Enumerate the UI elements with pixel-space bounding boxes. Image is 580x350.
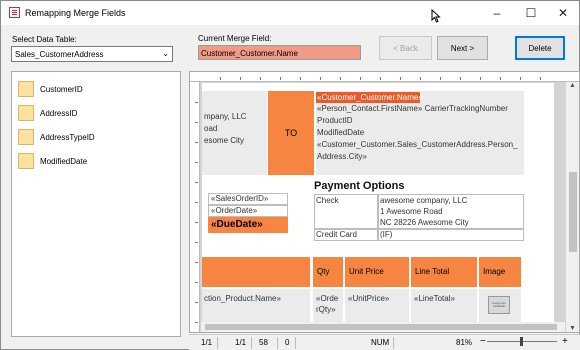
status-numlock: NUM (371, 338, 390, 347)
unit-price-cell: «UnitPrice» (345, 289, 409, 325)
field-icon (18, 105, 34, 121)
column-header: Line Total (415, 267, 450, 276)
status-separator (393, 337, 394, 349)
title-bar: Remapping Merge Fields – ☐ ✕ (1, 1, 579, 25)
payment-detail-cell (378, 229, 524, 241)
payment-detail-line: NC 28226 Awesome City (380, 218, 469, 227)
order-field: «OrderDate» (211, 206, 258, 215)
current-merge-field-value: Customer_Customer.Name (201, 49, 298, 58)
to-address-line: «Customer_Customer.Sales_CustomerAddress… (317, 140, 518, 149)
minimize-icon: – (493, 6, 501, 20)
current-merge-field-label: Current Merge Field: (198, 34, 272, 43)
payment-detail-line: awesome company, LLC (380, 196, 468, 205)
zoom-level: 81% (456, 338, 473, 347)
field-list[interactable]: CustomerID AddressID AddressTypeID Modif… (11, 71, 181, 337)
delete-button[interactable]: Delete (515, 36, 565, 60)
image-placeholder-icon: Image Not Available (488, 296, 510, 314)
status-separator (295, 337, 296, 349)
maximize-icon: ☐ (525, 6, 537, 20)
horizontal-scrollbar[interactable] (201, 322, 565, 332)
scroll-up-icon[interactable]: ▲ (569, 82, 576, 89)
field-item-label: ModifiedDate (40, 156, 88, 166)
main-window: Remapping Merge Fields – ☐ ✕ Select Data… (0, 0, 580, 350)
select-table-label: Select Data Table: (12, 35, 77, 44)
current-merge-field-input[interactable]: Customer_Customer.Name (198, 45, 361, 60)
due-date-field: «DueDate» (208, 217, 288, 233)
field-item-modifieddate[interactable]: ModifiedDate (18, 152, 87, 170)
zoom-slider-thumb[interactable] (520, 337, 523, 346)
unit-price-field: «UnitPrice» (348, 294, 390, 303)
column-header: Qty (317, 267, 330, 276)
field-item-label: AddressTypeID (40, 132, 95, 142)
qty-field: «Orde (316, 294, 339, 303)
field-item-addressid[interactable]: AddressID (18, 104, 77, 122)
field-item-addresstypeid[interactable]: AddressTypeID (18, 128, 95, 146)
line-total-cell: «LineTotal» (411, 289, 477, 325)
minimize-button[interactable]: – (481, 1, 513, 25)
unit-price-header: Unit Price (345, 257, 409, 287)
qty-cell: «Orde rQty» (313, 289, 343, 325)
field-icon (18, 81, 34, 97)
status-column: 0 (285, 338, 290, 347)
column-header: Image (483, 267, 506, 276)
data-table-select[interactable]: Sales_CustomerAddress ⌄ (11, 46, 173, 62)
document-editor[interactable]: mpany, LLC oad esome City TO «Customer_C… (189, 71, 580, 333)
field-icon (18, 153, 34, 169)
line-total-header: Line Total (411, 257, 477, 287)
to-address-line: Address.City» (317, 152, 367, 161)
horizontal-ruler (190, 72, 579, 82)
order-field: «SalesOrderID» (211, 194, 269, 203)
close-icon: ✕ (557, 6, 569, 20)
scroll-down-icon[interactable]: ▼ (569, 325, 576, 332)
status-line: 58 (259, 338, 268, 347)
close-button[interactable]: ✕ (547, 1, 579, 25)
field-item-label: AddressID (40, 108, 78, 118)
image-header: Image (479, 257, 521, 287)
document-page[interactable]: mpany, LLC oad esome City TO «Customer_C… (202, 83, 554, 332)
to-address-line: ModifiedDate (317, 128, 365, 137)
field-item-customerid[interactable]: CustomerID (18, 80, 83, 98)
zoom-out-button[interactable]: − (480, 336, 486, 347)
app-icon (9, 7, 20, 18)
selected-merge-field[interactable]: «Customer_Customer.Name» (316, 92, 423, 103)
vertical-scroll-thumb[interactable] (569, 172, 577, 252)
window-title: Remapping Merge Fields (25, 8, 126, 18)
payment-detail-line: 1 Awesome Road (380, 207, 443, 216)
maximize-button[interactable]: ☐ (515, 1, 547, 25)
status-separator (251, 337, 252, 349)
product-field: ction_Product.Name» (204, 294, 281, 303)
product-header-cell (202, 257, 310, 287)
status-separator (217, 337, 218, 349)
to-label: TO (268, 91, 314, 175)
data-table-value: Sales_CustomerAddress (15, 50, 104, 59)
payment-options-title: Payment Options (314, 180, 405, 192)
mouse-cursor-icon (431, 9, 441, 23)
column-header: Unit Price (349, 267, 384, 276)
line-total-field: «LineTotal» (414, 294, 455, 303)
back-button[interactable]: < Back (379, 36, 432, 60)
qty-header: Qty (313, 257, 343, 287)
status-page: 1/1 (201, 338, 213, 347)
from-address-line: mpany, LLC (204, 112, 247, 121)
product-cell: ction_Product.Name» (202, 289, 310, 325)
payment-detail-line: (IF) (380, 230, 393, 239)
status-separator (277, 337, 278, 349)
zoom-in-button[interactable]: + (562, 336, 568, 347)
payment-method: Check (316, 196, 339, 205)
image-cell: Image Not Available (479, 289, 521, 325)
status-section: 1/1 (235, 338, 247, 347)
field-item-label: CustomerID (40, 84, 83, 94)
horizontal-scroll-thumb[interactable] (205, 324, 557, 330)
chevron-down-icon: ⌄ (162, 49, 169, 58)
from-address-line: oad (204, 124, 218, 133)
next-button[interactable]: Next > (437, 36, 488, 60)
field-icon (18, 129, 34, 145)
vertical-scrollbar[interactable]: ▲ ▼ (566, 82, 579, 332)
payment-method: Credit Card (316, 230, 357, 239)
to-address-line: ProductID (317, 116, 353, 125)
qty-field: rQty» (316, 305, 336, 314)
vertical-ruler (190, 82, 200, 332)
to-address-line: «Person_Contact.FirstName» CarrierTracki… (317, 104, 508, 113)
from-address-line: esome City (204, 136, 245, 145)
